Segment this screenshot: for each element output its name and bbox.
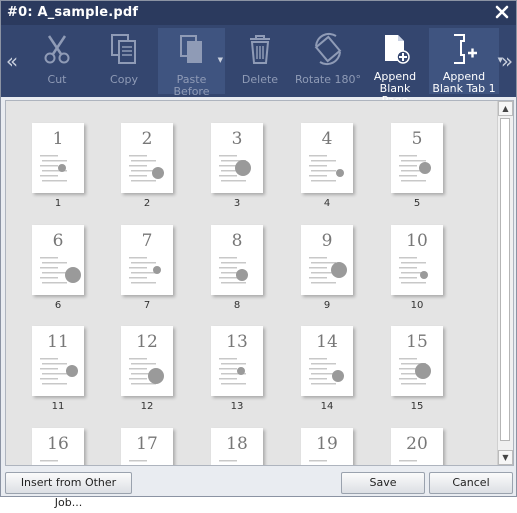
page-number-label: 9 <box>323 300 331 311</box>
page-preview: 7 <box>121 225 173 295</box>
page-preview: 10 <box>391 225 443 295</box>
delete-label: Delete <box>241 73 279 86</box>
scroll-up-icon[interactable]: ▲ <box>498 101 513 116</box>
page-content-illustration <box>219 358 246 385</box>
page-number-label: 2 <box>143 198 151 209</box>
page-content-illustration <box>309 358 344 385</box>
page-preview: 6 <box>32 225 84 295</box>
page-content-illustration <box>129 358 164 385</box>
cut-label: Cut <box>47 73 67 86</box>
page-content-illustration <box>399 358 431 385</box>
page-content-illustration <box>309 257 347 284</box>
insert-from-other-job-button[interactable]: Insert from Other Job... <box>5 472 132 509</box>
page-number-label: 13 <box>230 401 244 412</box>
chevron-down-icon: ▼ <box>217 56 223 64</box>
page-number-label: 1 <box>54 198 62 209</box>
append-blank-tab-label: Append Blank Tab 1 <box>429 71 499 95</box>
page-preview: 14 <box>301 326 353 396</box>
trash-icon <box>250 35 270 64</box>
page-content-illustration <box>40 257 81 284</box>
copy-button[interactable]: Copy <box>94 28 154 94</box>
page-number-label: 3 <box>233 198 241 209</box>
copy-label: Copy <box>110 73 138 86</box>
dialog-window: #0: A_sample.pdf « Cut Copy ▼ Paste Befo… <box>0 0 517 509</box>
page-content-illustration <box>309 460 327 462</box>
delete-button[interactable]: Delete <box>231 28 289 94</box>
page-number-label: 12 <box>140 401 154 412</box>
page-content-illustration <box>399 460 417 462</box>
page-content-illustration <box>129 460 147 462</box>
rotate-icon <box>314 33 342 65</box>
page-content-illustration <box>40 358 78 385</box>
page-preview: 16 <box>32 428 84 465</box>
rotate-label: Rotate 180° <box>295 73 362 86</box>
page-preview: 9 <box>301 225 353 295</box>
page-preview: 20 <box>391 428 443 465</box>
page-number-label: 6 <box>54 300 62 311</box>
page-preview: 3 <box>211 123 263 193</box>
close-icon[interactable] <box>494 4 510 20</box>
append-blank-tab-label-line2: Blank Tab 1 <box>432 82 496 95</box>
paste-icon <box>179 35 202 63</box>
page-thumbnail-panel: 1 1 2 2 3 3 4 4 5 5 6 6 7 7 8 8 9 9 10 10 11 11 12 12 13 13 14 14 15… <box>5 100 514 466</box>
page-content-illustration <box>219 460 237 462</box>
page-number-label: 14 <box>320 401 334 412</box>
page-number-label: 10 <box>410 300 424 311</box>
page-preview: 1 <box>32 123 84 193</box>
page-content-illustration <box>309 155 344 182</box>
page-number-label: 7 <box>143 300 151 311</box>
window-title: #0: A_sample.pdf <box>7 5 139 20</box>
page-number-label: 4 <box>323 198 331 209</box>
page-preview: 17 <box>121 428 173 465</box>
scrollbar-thumb[interactable] <box>500 118 510 441</box>
page-preview: 13 <box>211 326 263 396</box>
cut-button[interactable]: Cut <box>27 28 87 94</box>
paste-before-label: Paste Before <box>173 73 210 98</box>
page-content-illustration <box>219 155 251 182</box>
page-preview: 18 <box>211 428 263 465</box>
vertical-scrollbar[interactable]: ▲ ▼ <box>497 101 513 465</box>
page-preview: 8 <box>211 225 263 295</box>
scroll-down-icon[interactable]: ▼ <box>498 450 513 465</box>
append-blank-page-button[interactable]: Append Blank Page <box>365 28 425 107</box>
page-content-illustration <box>129 155 164 182</box>
page-preview: 4 <box>301 123 353 193</box>
add-page-icon <box>385 35 410 64</box>
page-preview: 11 <box>32 326 84 396</box>
paste-before-button[interactable]: ▼ Paste Before <box>158 28 225 98</box>
page-number-label: 8 <box>233 300 241 311</box>
thumbnail-grid: 1 1 2 2 3 3 4 4 5 5 6 6 7 7 8 8 9 9 10 10 11 11 12 12 13 13 14 14 15… <box>6 101 497 465</box>
add-tab-icon <box>454 34 477 64</box>
save-button[interactable]: Save <box>341 472 425 494</box>
page-preview: 12 <box>121 326 173 396</box>
page-preview: 5 <box>391 123 443 193</box>
toolbar: « Cut Copy ▼ Paste Before Delete Rotate … <box>1 25 516 107</box>
page-preview: 15 <box>391 326 443 396</box>
scroll-left-icon[interactable]: « <box>3 25 21 97</box>
page-preview: 2 <box>121 123 173 193</box>
page-content-illustration <box>399 257 428 284</box>
append-blank-tab-button[interactable]: ▼ Append Blank Tab 1 <box>429 28 503 95</box>
page-content-illustration <box>40 460 58 462</box>
page-number-label: 5 <box>413 198 421 209</box>
copy-icon <box>111 34 136 64</box>
rotate-button[interactable]: Rotate 180° <box>295 28 361 94</box>
page-number-label: 11 <box>51 401 65 412</box>
scissors-icon <box>44 35 70 64</box>
cancel-button[interactable]: Cancel <box>429 472 513 494</box>
page-content-illustration <box>40 155 67 182</box>
page-content-illustration <box>129 257 161 284</box>
scroll-right-icon[interactable]: » <box>498 25 516 97</box>
page-number-label: 15 <box>410 401 424 412</box>
page-content-illustration <box>399 155 431 182</box>
page-content-illustration <box>219 257 248 284</box>
title-bar: #0: A_sample.pdf <box>1 1 516 25</box>
page-preview: 19 <box>301 428 353 465</box>
